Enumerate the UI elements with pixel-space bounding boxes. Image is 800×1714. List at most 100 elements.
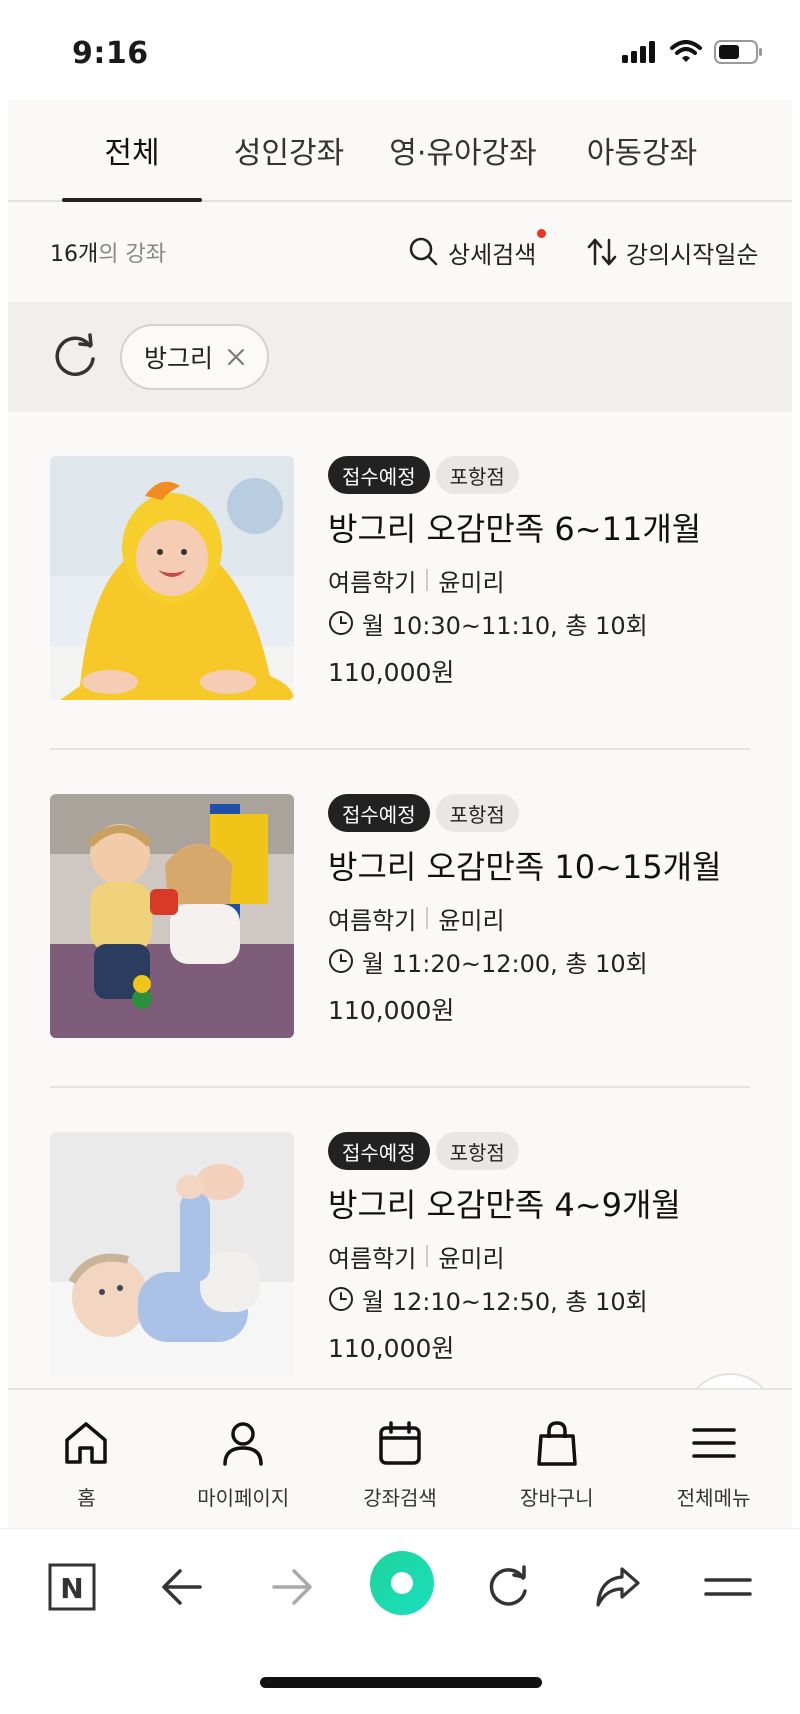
course-schedule: 월 12:10~12:50, 총 10회 [328,1276,772,1322]
sort-label: 강의시작일순 [626,240,759,269]
share-icon [596,1567,640,1607]
sort-arrows-icon [587,238,617,266]
category-tabs: 전체 성인강좌 영·유아강좌 아동강좌 [8,100,792,202]
battery-icon [714,40,762,64]
wifi-icon [670,40,702,62]
home-indicator [260,1677,542,1688]
course-instructor: 윤미리 [438,906,505,935]
meta-divider [426,1245,429,1267]
detail-search-label: 상세검색 [448,240,537,269]
forward-arrow-icon [272,1569,312,1605]
nav-item-cart[interactable]: 장바구니 [478,1390,635,1528]
nav-label: 마이페이지 [197,1486,290,1510]
browser-menu-button[interactable] [698,1557,758,1617]
course-badges: 접수예정 포항점 [328,456,772,494]
course-term: 여름학기 [328,906,417,935]
nav-label: 장바구니 [519,1486,594,1510]
tab-all[interactable]: 전체 [62,100,202,202]
bottom-nav: 홈 마이페이지 강좌검색 장바구니 전체메뉴 [8,1388,792,1528]
naver-logo-icon: N [48,1563,96,1611]
course-schedule: 월 11:20~12:00, 총 10회 [328,938,772,984]
clock-icon [329,1287,353,1311]
course-item[interactable]: 접수예정 포항점 방그리 오감만족 10~15개월 여름학기 윤미리 월 11:… [8,750,792,1088]
refresh-icon [55,333,95,376]
calendar-icon [379,1421,421,1465]
sort-button[interactable]: 강의시작일순 [586,235,758,270]
reload-icon [489,1565,527,1606]
nav-item-home[interactable]: 홈 [8,1390,165,1528]
clock-icon [329,611,353,635]
course-badges: 접수예정 포항점 [328,794,772,832]
course-meta: 여름학기 윤미리 [328,1236,772,1276]
course-instructor: 윤미리 [438,568,505,597]
list-toolbar: 16개의 강좌 상세검색 강의시작일순 [8,202,792,302]
kids-playing-image [50,794,294,1038]
course-schedule: 월 10:30~11:10, 총 10회 [328,600,772,646]
status-badge: 접수예정 [328,1132,430,1170]
course-count: 16개의 강좌 [50,236,166,268]
branch-badge: 포항점 [435,1132,519,1170]
search-icon [409,237,438,266]
branch-badge: 포항점 [435,794,519,832]
browser-share-button[interactable] [588,1557,648,1617]
branch-badge: 포항점 [435,456,519,494]
course-thumbnail[interactable] [50,1132,294,1376]
nav-item-mypage[interactable]: 마이페이지 [165,1390,322,1528]
course-info: 접수예정 포항점 방그리 오감만족 4~9개월 여름학기 윤미리 월 12:10… [328,1132,772,1372]
green-dot-icon [370,1551,434,1615]
course-badges: 접수예정 포항점 [328,1132,772,1170]
nav-label: 강좌검색 [363,1486,437,1510]
course-schedule-text: 월 12:10~12:50, 총 10회 [362,1287,648,1316]
course-schedule-text: 월 11:20~12:00, 총 10회 [362,949,648,978]
bag-icon [537,1421,577,1466]
nav-item-course-search[interactable]: 강좌검색 [322,1390,479,1528]
nav-label: 전체메뉴 [676,1486,751,1510]
app-content: 전체성인강좌영·유아강좌아동강좌 16개의 강좌 상세검색 강의시작일순 [8,100,792,1528]
meta-divider [426,907,429,929]
status-badge: 접수예정 [328,456,430,494]
filter-chip[interactable]: 방그리 [120,324,270,390]
course-instructor: 윤미리 [438,1244,505,1273]
detail-search-label-wrap: 상세검색 [448,228,547,270]
course-thumbnail[interactable] [50,794,294,1038]
detail-search-button[interactable]: 상세검색 [408,228,547,270]
course-title[interactable]: 방그리 오감만족 6~11개월 [328,504,772,554]
course-price: 110,000원 [328,1334,455,1363]
course-meta: 여름학기 윤미리 [328,560,772,600]
signal-icon [622,41,655,63]
back-arrow-icon [162,1569,202,1605]
reset-filters-button[interactable] [50,332,100,382]
browser-green-button[interactable] [370,1551,434,1615]
clock-icon [329,949,353,973]
nav-label: 홈 [77,1486,96,1510]
naver-logo-letter: N [60,1572,83,1605]
duck-towel-baby-image [50,456,294,700]
naver-home-button[interactable]: N [42,1557,102,1617]
person-icon [223,1422,263,1466]
tab-adult[interactable]: 성인강좌 [202,100,376,200]
browser-reload-button[interactable] [478,1557,538,1617]
tab-kids[interactable]: 아동강좌 [550,100,734,200]
course-title[interactable]: 방그리 오감만족 4~9개월 [328,1180,772,1230]
nav-item-menu[interactable]: 전체메뉴 [635,1390,792,1528]
close-icon[interactable] [227,348,245,366]
course-meta: 여름학기 윤미리 [328,898,772,938]
course-thumbnail[interactable] [50,456,294,700]
menu-lines-icon [704,1578,752,1596]
course-item[interactable]: 접수예정 포항점 방그리 오감만족 4~9개월 여름학기 윤미리 월 12:10… [8,1088,792,1426]
tab-infant[interactable]: 영·유아강좌 [376,100,550,200]
browser-back-button[interactable] [152,1557,212,1617]
course-term: 여름학기 [328,568,417,597]
course-count-number: 16개 [50,242,99,267]
home-icon [65,1422,108,1464]
browser-forward-button[interactable] [262,1557,322,1617]
course-info: 접수예정 포항점 방그리 오감만족 10~15개월 여름학기 윤미리 월 11:… [328,794,772,1034]
course-title[interactable]: 방그리 오감만족 10~15개월 [328,842,772,892]
course-price: 110,000원 [328,658,455,687]
menu-icon [691,1428,736,1458]
status-icons [622,40,764,64]
course-item[interactable]: 접수예정 포항점 방그리 오감만족 6~11개월 여름학기 윤미리 월 10:3… [8,412,792,750]
course-count-suffix: 의 강좌 [98,242,166,267]
filter-chip-label: 방그리 [144,344,214,373]
course-term: 여름학기 [328,1244,417,1273]
